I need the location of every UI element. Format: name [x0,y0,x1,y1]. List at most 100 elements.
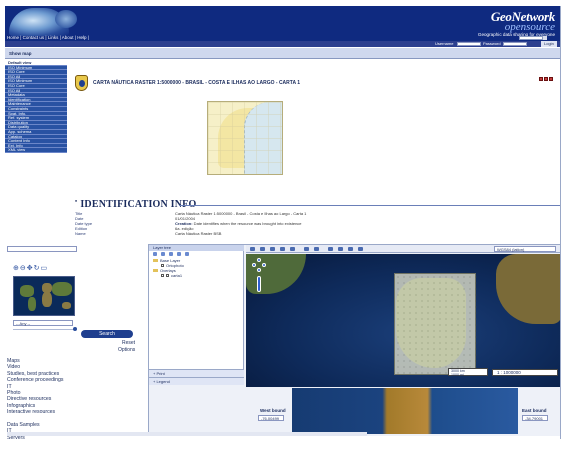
pan-icon[interactable] [290,247,295,251]
password-label: Password [483,41,501,46]
pdf-icon[interactable] [539,77,543,81]
category-link[interactable]: Conference proceedings [7,377,64,383]
reset-link[interactable]: Reset [122,340,135,346]
language-select[interactable] [519,36,543,40]
options-link[interactable]: Options [118,347,135,353]
chevron-down-icon[interactable] [543,36,547,40]
layer-info-icon[interactable] [185,252,189,256]
remove-layer-icon[interactable] [161,252,165,256]
pan-control[interactable] [252,258,266,272]
chart-thumbnail[interactable] [207,101,283,175]
full-extent-icon[interactable] [250,247,255,251]
brand-logo: GeoNetwork opensource Geographic data sh… [478,9,555,37]
username-field[interactable] [457,42,481,46]
pan-icon[interactable]: ✥ [27,265,34,272]
metadata-panel: CARTA NÁUTICA RASTER 1:5000000 - BRASIL … [69,61,560,241]
minimap-australia [62,302,71,309]
add-layer-icon[interactable] [153,252,157,256]
select-box-icon[interactable]: ▭ [41,265,49,272]
field-label: Name [75,231,86,236]
print-icon[interactable] [549,77,553,81]
folder-icon [153,259,158,263]
nautical-chart-overlay [394,273,477,376]
identify-icon[interactable] [328,247,333,251]
minimap-asia [52,282,72,296]
previous-icon[interactable] [304,247,309,251]
expand-icon[interactable] [73,327,77,331]
radio-icon[interactable] [161,264,164,268]
overlay-soundings [395,274,477,376]
username-label: Username [435,41,454,46]
checkbox-icon[interactable] [161,274,164,278]
legend-label: Legend [156,379,170,384]
next-icon[interactable] [314,247,319,251]
xml-icon[interactable] [544,77,548,81]
map-canvas[interactable]: 3000 km 1000 mi 1 : 1000000 [246,254,560,387]
print-label: Print [156,371,165,376]
projection-select[interactable]: WGS84 (latlon) [494,246,556,252]
thumbnail-grid [208,102,282,174]
password-field[interactable] [503,42,527,46]
refresh-icon[interactable]: ↻ [34,265,41,272]
map-africa [496,254,560,324]
region-minimap[interactable] [13,276,75,316]
zoom-in-icon[interactable] [270,247,275,251]
identification-row: Name Carta Náutica Raster BSB [75,231,560,236]
measure-icon[interactable] [338,247,343,251]
scale-select[interactable]: 1 : 1000000 [492,369,558,376]
layer-icon [166,274,169,278]
coat-of-arms-icon [75,75,88,91]
layer-tools[interactable] [149,251,243,258]
field-value: Carta Náutica Raster BSB [175,231,222,236]
login-bar: Username Password Login [5,41,560,47]
section-divider [179,205,560,206]
zoom-out-icon[interactable] [280,247,285,251]
pan-down-icon[interactable] [257,268,261,272]
minimap-africa [42,292,52,307]
scale-bar-mi: 1000 mi [451,373,464,377]
pan-left-icon[interactable] [252,263,256,267]
extent-preview [292,388,518,434]
layer-properties-icon[interactable] [169,252,173,256]
layers-icon[interactable] [348,247,353,251]
east-bound-field[interactable]: -34.79001 [522,415,548,421]
map-toolbar: WGS84 (latlon) [246,245,560,253]
metadata-title: CARTA NÁUTICA RASTER 1:5000000 - BRASIL … [93,80,301,86]
map-viewer: Layer tree Base Layer Ortophoto Overlays… [148,244,560,436]
category-link[interactable]: Interactive resources [7,409,64,415]
bottom-scrollbar[interactable] [7,432,367,436]
pan-right-icon[interactable] [262,263,266,267]
record-actions[interactable] [539,77,557,83]
search-input[interactable] [7,246,77,252]
west-bound-label: West bound [260,408,286,413]
minimap-tools[interactable]: ⊕⊖✥↻▭ [13,264,48,272]
sidebar-item[interactable]: XML view [5,148,67,153]
save-map-icon[interactable] [358,247,363,251]
folder-icon [153,269,158,273]
carta1-layer[interactable]: carta1 [149,273,243,278]
show-map-bar[interactable]: Show map [5,48,560,59]
carta1-label: carta1 [171,273,183,278]
layer-style-icon[interactable] [177,252,181,256]
zoom-in-icon[interactable]: ⊕ [13,265,20,272]
top-links[interactable]: Home | Contact us | Links | About | Help… [7,35,89,40]
search-button[interactable]: Search [81,330,133,338]
header-banner: Home | Contact us | Links | About | Help… [5,6,560,41]
search-divider [13,329,75,330]
browser-viewport: Home | Contact us | Links | About | Help… [5,6,561,439]
west-bound-field[interactable]: -76.00499 [258,415,284,421]
metadata-view-tree: Default view ISO Minimum ISO Core ISO All IS… [5,61,67,176]
login-button[interactable]: Login [541,41,557,47]
print-panel-header[interactable]: + Print [149,369,244,377]
globe-small-icon [55,10,77,28]
east-bound-label: East bound [522,408,547,413]
zoom-slider[interactable] [257,276,261,292]
legend-panel-header[interactable]: + Legend [149,377,244,385]
pan-up-icon[interactable] [257,258,261,262]
region-select[interactable]: -- Any -- [13,320,73,326]
show-map-link[interactable]: Show map [9,51,32,56]
layer-tree-panel: Base Layer Ortophoto Overlays carta1 [149,251,244,369]
minimap-americas-north [20,285,34,297]
zoom-out-icon[interactable]: ⊖ [20,265,27,272]
zoom-box-icon[interactable] [260,247,265,251]
